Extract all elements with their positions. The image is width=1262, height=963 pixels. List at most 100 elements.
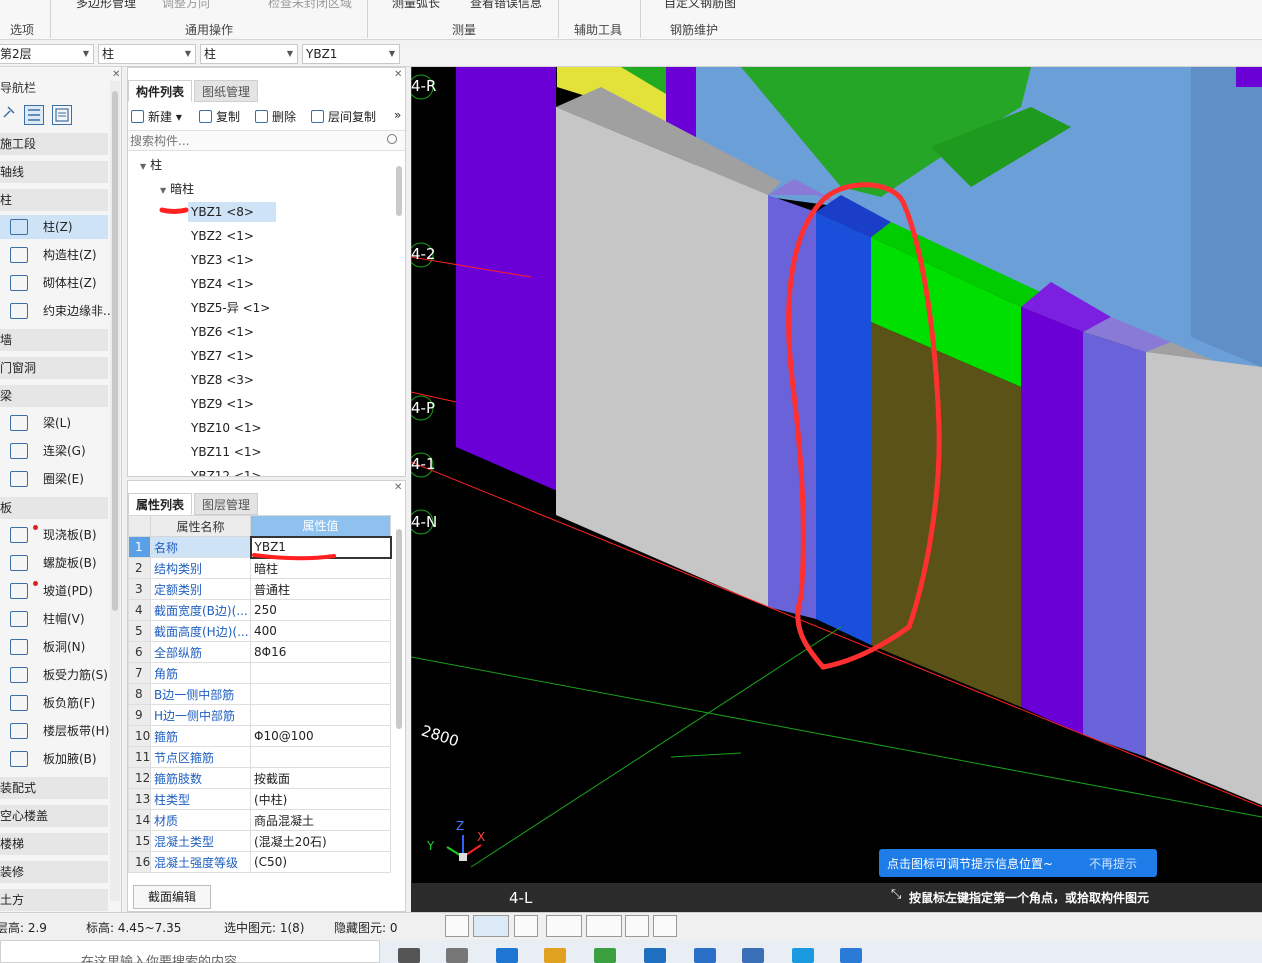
property-value[interactable]: 普通柱: [250, 578, 391, 600]
offset-icon[interactable]: [586, 915, 622, 937]
tree-item[interactable]: YBZ7 <1>: [188, 346, 257, 366]
property-value[interactable]: 400: [250, 620, 391, 642]
property-value[interactable]: [250, 746, 391, 768]
tab-property-list[interactable]: 属性列表: [128, 493, 193, 515]
snap-icon[interactable]: [473, 915, 509, 937]
table-row[interactable]: 5 截面高度(H边)(... 400: [128, 620, 391, 642]
property-value[interactable]: [250, 662, 391, 684]
table-row[interactable]: 11 节点区箍筋: [128, 746, 391, 768]
table-row[interactable]: 7 角筋: [128, 662, 391, 684]
property-value[interactable]: 8Φ16: [250, 641, 391, 663]
nav-item[interactable]: 板受力筋(S): [0, 663, 108, 687]
property-value[interactable]: (C50): [250, 851, 391, 873]
tip-banner[interactable]: 点击图标可调节提示信息位置~ 不再提示: [879, 849, 1157, 877]
nav-group[interactable]: 柱: [0, 189, 108, 211]
nav-group[interactable]: 施工段: [0, 133, 108, 155]
store-icon[interactable]: [594, 948, 616, 963]
floor-copy-button[interactable]: 层间复制: [311, 108, 376, 125]
nav-item[interactable]: 板加腋(B): [0, 747, 108, 771]
tree-item[interactable]: YBZ1 <8>: [188, 202, 276, 222]
nav-item[interactable]: 柱帽(V): [0, 607, 108, 631]
nav-item[interactable]: 构造柱(Z): [0, 243, 108, 267]
scrollbar-thumb[interactable]: [396, 529, 402, 729]
tree-item[interactable]: YBZ3 <1>: [188, 250, 257, 270]
tree-node-column[interactable]: ▼ 柱: [140, 156, 162, 173]
check-unclosed-button[interactable]: 检查未封闭区域: [268, 0, 352, 11]
delete-button[interactable]: 删除: [255, 108, 296, 125]
component-scrollbar[interactable]: [394, 156, 404, 476]
table-row[interactable]: 8 B边一侧中部筋: [128, 683, 391, 705]
nav-item[interactable]: 板洞(N): [0, 635, 108, 659]
search-icon[interactable]: [387, 134, 397, 144]
nav-item[interactable]: 楼层板带(H): [0, 719, 109, 743]
close-icon[interactable]: ✕: [394, 69, 402, 80]
tab-drawing-manage[interactable]: 图纸管理: [194, 80, 259, 102]
tree-item[interactable]: YBZ4 <1>: [188, 274, 257, 294]
nav-group[interactable]: 楼梯: [0, 833, 108, 855]
nav-item[interactable]: 圈梁(E): [0, 467, 108, 491]
pin-icon[interactable]: [2, 105, 22, 125]
more-tools-icon[interactable]: »: [394, 108, 401, 122]
new-button[interactable]: 新建 ▾: [131, 108, 182, 125]
nav-item[interactable]: 砌体柱(Z): [0, 271, 108, 295]
collapse-icon[interactable]: ▼: [160, 186, 166, 195]
close-icon[interactable]: ✕: [394, 482, 402, 493]
nav-item[interactable]: 约束边缘非...: [0, 299, 114, 323]
search-input[interactable]: [130, 133, 380, 149]
cross-icon[interactable]: [514, 915, 538, 937]
dismiss-tip-button[interactable]: 不再提示: [1089, 855, 1137, 872]
table-row[interactable]: 15 混凝土类型 (混凝土20石): [128, 830, 391, 852]
list-view-icon[interactable]: [24, 105, 44, 125]
table-row[interactable]: 9 H边一侧中部筋: [128, 704, 391, 726]
3d-viewport[interactable]: 4-R 4-2 4-P 4-1 4-N 2800 X Y Z 点击图标可调节提示…: [411, 67, 1262, 912]
app-icon[interactable]: [792, 948, 814, 963]
nav-item[interactable]: 板负筋(F): [0, 691, 108, 715]
tab-layer-manage[interactable]: 图层管理: [194, 493, 259, 515]
property-value[interactable]: (中柱): [250, 788, 391, 810]
detail-view-icon[interactable]: [52, 105, 72, 125]
property-value[interactable]: 250: [250, 599, 391, 621]
section-edit-button[interactable]: 截面编辑: [133, 885, 211, 909]
nav-group[interactable]: 轴线: [0, 161, 108, 183]
nav-group[interactable]: 梁: [0, 385, 108, 407]
table-row[interactable]: 6 全部纵筋 8Φ16: [128, 641, 391, 663]
tree-item[interactable]: YBZ2 <1>: [188, 226, 257, 246]
explorer-icon[interactable]: [544, 948, 566, 963]
nav-item[interactable]: 现浇板(B): [0, 523, 108, 547]
task-view-icon[interactable]: [398, 948, 420, 963]
nav-item[interactable]: 柱(Z): [0, 215, 108, 239]
tree-item[interactable]: YBZ9 <1>: [188, 394, 257, 414]
property-value[interactable]: 按截面: [250, 767, 391, 789]
nav-group[interactable]: 装配式: [0, 777, 108, 799]
collapse-icon[interactable]: ▼: [140, 162, 146, 171]
table-row[interactable]: 14 材质 商品混凝土: [128, 809, 391, 831]
table-row[interactable]: 10 箍筋 Φ10@100: [128, 725, 391, 747]
taskbar-search[interactable]: 在这里输入你要搜索的内容: [0, 940, 380, 963]
tab-component-list[interactable]: 构件列表: [128, 80, 193, 102]
polygon-manage-button[interactable]: 多边形管理: [76, 0, 136, 11]
scrollbar-thumb[interactable]: [396, 166, 402, 216]
table-row[interactable]: 12 箍筋肢数 按截面: [128, 767, 391, 789]
property-value[interactable]: [250, 683, 391, 705]
nav-group[interactable]: 门窗洞: [0, 357, 108, 379]
table-row[interactable]: 3 定额类别 普通柱: [128, 578, 391, 600]
category-select[interactable]: 柱 ▼: [98, 44, 196, 64]
nav-group[interactable]: 板: [0, 497, 108, 519]
component-select[interactable]: YBZ1 ▼: [302, 44, 400, 64]
nav-item[interactable]: 坡道(PD): [0, 579, 108, 603]
ortho-icon[interactable]: [445, 915, 469, 937]
tree-item[interactable]: YBZ11 <1>: [188, 442, 265, 462]
nav-scrollbar[interactable]: [110, 81, 120, 901]
nav-group[interactable]: 土方: [0, 889, 108, 911]
type-select[interactable]: 柱 ▼: [200, 44, 298, 64]
tree-item[interactable]: YBZ5-异 <1>: [188, 298, 273, 318]
floor-select[interactable]: 第2层 ▼: [0, 44, 94, 64]
nav-item[interactable]: 螺旋板(B): [0, 551, 108, 575]
property-value[interactable]: (混凝土20石): [250, 830, 391, 852]
tree-item[interactable]: YBZ6 <1>: [188, 322, 257, 342]
nav-item[interactable]: 梁(L): [0, 411, 108, 435]
app-icon[interactable]: [742, 948, 764, 963]
property-value[interactable]: Φ10@100: [250, 725, 391, 747]
app-icon[interactable]: [840, 948, 862, 963]
nav-group[interactable]: 空心楼盖: [0, 805, 108, 827]
